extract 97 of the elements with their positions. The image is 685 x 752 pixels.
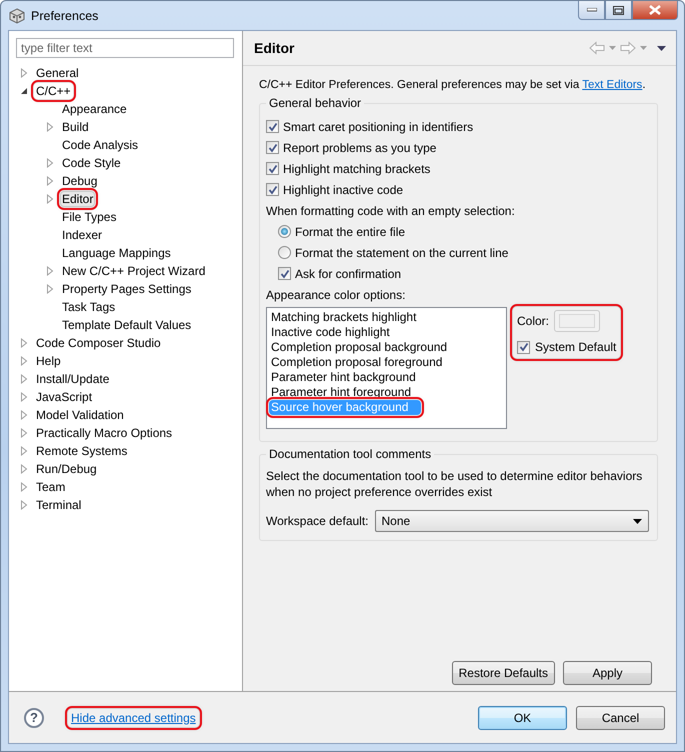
minimize-icon[interactable] <box>586 8 596 12</box>
tree-item[interactable]: Language Mappings <box>60 245 173 261</box>
restore-defaults-button[interactable]: Restore Defaults <box>452 661 555 685</box>
caret-icon[interactable] <box>609 46 616 50</box>
checkbox-label: System Default <box>535 340 616 354</box>
description-text: C/C++ Editor Preferences. General preferences may be set via Text Editors. <box>259 78 647 93</box>
collapsed-arrow-icon[interactable] <box>19 392 29 402</box>
checkbox[interactable] <box>266 141 279 154</box>
tree-item[interactable]: Run/Debug <box>34 461 99 477</box>
collapsed-arrow-icon[interactable] <box>45 158 55 168</box>
tree-item[interactable]: Help <box>34 353 63 369</box>
collapsed-arrow-icon[interactable] <box>19 446 29 456</box>
tree-item[interactable]: New C/C++ Project Wizard <box>60 263 208 279</box>
list-item[interactable]: Parameter hint foreground <box>269 385 504 400</box>
expanded-arrow-icon[interactable] <box>19 86 29 96</box>
tree-item[interactable]: Practically Macro Options <box>34 425 174 441</box>
dropdown-arrow-icon <box>633 518 642 524</box>
color-options-list[interactable]: Matching brackets highlight Inactive code highlight Completion proposal background Completion proposal foreground Parameter hint background Parameter hint foreground Source hover background <box>266 307 507 429</box>
section-label: Appearance color options: <box>266 288 406 302</box>
checkbox-label: Highlight inactive code <box>283 182 404 196</box>
tree-item[interactable]: Code Analysis <box>60 137 140 153</box>
collapsed-arrow-icon[interactable] <box>19 68 29 78</box>
help-icon[interactable]: ? <box>24 708 44 728</box>
collapsed-arrow-icon[interactable] <box>45 176 55 186</box>
window-title: Preferences <box>31 8 100 22</box>
radio-button[interactable] <box>278 246 291 259</box>
collapsed-arrow-icon[interactable] <box>19 338 29 348</box>
collapsed-arrow-icon[interactable] <box>19 374 29 384</box>
back-arrow-icon[interactable] <box>589 41 605 55</box>
collapsed-arrow-icon[interactable] <box>19 428 29 438</box>
hide-advanced-settings-link[interactable]: Hide advanced settings <box>68 708 199 726</box>
list-item[interactable]: Inactive code highlight <box>269 325 504 340</box>
tree-item[interactable]: Code Style <box>60 155 123 171</box>
radio-button[interactable] <box>278 225 291 238</box>
collapsed-arrow-icon[interactable] <box>19 482 29 492</box>
group-title: General behavior <box>266 96 364 110</box>
collapsed-arrow-icon[interactable] <box>45 194 55 204</box>
field-label: Workspace default: <box>266 514 368 528</box>
group-title: Documentation tool comments <box>266 447 434 461</box>
forward-arrow-icon[interactable] <box>620 41 636 55</box>
tree-item[interactable]: Task Tags <box>60 299 118 315</box>
minimize-button[interactable] <box>578 1 605 20</box>
checkbox-label: Highlight matching brackets <box>283 162 430 176</box>
tree-item[interactable]: C/C++ <box>34 83 73 99</box>
maximize-button[interactable] <box>605 1 632 20</box>
page-title: Editor <box>254 40 296 56</box>
tree-item[interactable]: Remote Systems <box>34 443 130 459</box>
tree-item[interactable]: File Types <box>60 209 118 225</box>
description-text: Select the documentation tool to be used to determine editor behaviors when no project preference overrides exist <box>266 468 644 500</box>
collapsed-arrow-icon[interactable] <box>19 356 29 366</box>
collapsed-arrow-icon[interactable] <box>45 122 55 132</box>
tree-item[interactable]: Terminal <box>34 497 84 513</box>
tree-item[interactable]: Editor <box>60 191 96 207</box>
cancel-button[interactable]: Cancel <box>576 706 665 730</box>
checkbox[interactable] <box>266 120 279 133</box>
checkbox[interactable] <box>278 267 291 280</box>
tree-item[interactable]: Team <box>34 479 68 495</box>
workspace-default-dropdown[interactable]: None <box>374 510 649 532</box>
ok-button[interactable]: OK <box>478 706 567 730</box>
tree-item[interactable]: Model Validation <box>34 407 126 423</box>
checkbox-label: Report problems as you type <box>283 140 436 154</box>
tree-item[interactable]: Debug <box>60 173 100 189</box>
close-button[interactable] <box>632 1 678 20</box>
collapsed-arrow-icon[interactable] <box>45 284 55 294</box>
tree-item[interactable]: Indexer <box>60 227 104 243</box>
radio-label: Format the entire file <box>295 224 406 238</box>
color-label: Color: <box>517 314 550 328</box>
tree-item[interactable]: JavaScript <box>34 389 94 405</box>
collapsed-arrow-icon[interactable] <box>19 500 29 510</box>
apply-button[interactable]: Apply <box>563 661 652 685</box>
tree-item[interactable]: General <box>34 65 81 81</box>
tree-item[interactable]: Code Composer Studio <box>34 335 163 351</box>
filter-field[interactable]: type filter text <box>16 38 234 58</box>
tree-item[interactable]: Build <box>60 119 91 135</box>
menu-icon[interactable] <box>657 46 666 50</box>
close-icon[interactable] <box>649 5 661 15</box>
checkbox[interactable] <box>266 162 279 175</box>
collapsed-arrow-icon[interactable] <box>19 464 29 474</box>
caret-icon[interactable] <box>640 46 647 50</box>
radio-label: Format the statement on the current line <box>295 246 508 260</box>
checkbox-label: Ask for confirmation <box>295 266 402 280</box>
text-editors-link[interactable]: Text Editors <box>582 79 642 91</box>
list-item[interactable]: Matching brackets highlight <box>269 310 504 325</box>
tree-item[interactable]: Template Default Values <box>60 317 194 333</box>
collapsed-arrow-icon[interactable] <box>19 410 29 420</box>
tree-item[interactable]: Property Pages Settings <box>60 281 194 297</box>
list-item[interactable]: Completion proposal foreground <box>269 355 504 370</box>
tree-item[interactable]: Install/Update <box>34 371 112 387</box>
list-item[interactable]: Parameter hint background <box>269 370 504 385</box>
app-icon <box>9 8 25 24</box>
collapsed-arrow-icon[interactable] <box>45 266 55 276</box>
list-item[interactable]: Completion proposal background <box>269 340 504 355</box>
checkbox[interactable] <box>266 183 279 196</box>
maximize-icon[interactable] <box>613 6 624 14</box>
tree-item[interactable]: Appearance <box>60 101 129 117</box>
section-label: When formatting code with an empty selection: <box>266 204 515 218</box>
checkbox-label: Smart caret positioning in identifiers <box>283 120 474 134</box>
